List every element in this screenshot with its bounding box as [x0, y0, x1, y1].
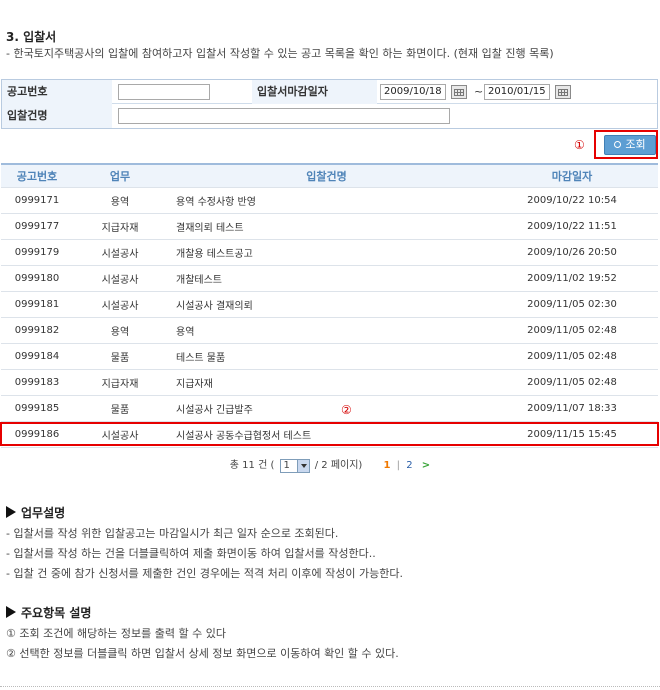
triangle-icon [6, 506, 16, 518]
page-separator: | [396, 460, 401, 471]
cell-deadline: 2009/10/26 20:50 [527, 247, 617, 258]
cell-work: 용역 [110, 197, 130, 208]
cell-deadline: 2009/11/02 19:52 [527, 273, 617, 284]
cell-bid-name: 개찰용 테스트공고 [176, 249, 253, 260]
cell-bid-name: 결재의뢰 테스트 [176, 223, 244, 234]
cell-deadline: 2009/11/05 02:48 [527, 351, 617, 362]
cell-deadline: 2009/11/07 18:33 [527, 403, 617, 414]
table-row[interactable]: 0999181 시설공사 시설공사 결재의뢰 2009/11/05 02:30 [1, 292, 658, 318]
date-to-input[interactable]: 2010/01/15 [484, 84, 550, 100]
table-row[interactable]: 0999177 지급자재 결재의뢰 테스트 2009/10/22 11:51 [1, 214, 658, 240]
table-row[interactable]: 0999182 용역 용역 2009/11/05 02:48 [1, 318, 658, 344]
cell-notice-no: 0999181 [14, 299, 60, 310]
search-form: 공고번호 입찰서마감일자 2009/10/18 ~ 2010/01/15 입찰건… [1, 79, 658, 129]
total-count: 총 11 건 ( [229, 460, 275, 471]
notice-no-input[interactable] [118, 84, 210, 100]
page-1[interactable]: 1 [384, 458, 391, 474]
table-row[interactable]: 0999171 용역 용역 수정사항 반영 2009/10/22 10:54 [1, 188, 658, 214]
cell-deadline: 2009/10/22 11:51 [527, 221, 617, 232]
next-page-icon[interactable]: > [422, 458, 430, 474]
table-row[interactable]: 0999185 물품 시설공사 긴급발주 2009/11/07 18:33 [1, 396, 658, 422]
col-bid-name[interactable]: 입찰건명 [167, 165, 486, 187]
work-desc-line: - 입찰서를 작성 위한 입찰공고는 마감일시가 최근 일자 순으로 조회된다. [6, 527, 339, 540]
notice-no-label: 공고번호 [2, 80, 112, 104]
table-row[interactable]: 0999184 물품 테스트 물품 2009/11/05 02:48 [1, 344, 658, 370]
cell-work: 물품 [110, 353, 130, 364]
divider [0, 686, 660, 687]
search-icon [614, 141, 622, 148]
deadline-label: 입찰서마감일자 [252, 80, 377, 104]
cell-work: 물품 [110, 405, 130, 416]
search-row-1: 공고번호 입찰서마감일자 2009/10/18 ~ 2010/01/15 [2, 80, 657, 104]
cell-bid-name: 시설공사 결재의뢰 [176, 301, 253, 312]
section-title: 3. 입찰서 [6, 30, 57, 44]
total-pages: / 2 페이지) [314, 460, 363, 471]
cell-notice-no: 0999185 [14, 403, 60, 414]
cell-notice-no: 0999179 [14, 247, 60, 258]
table-row[interactable]: 0999180 시설공사 개찰테스트 2009/11/02 19:52 [1, 266, 658, 292]
cell-work: 시설공사 [101, 301, 139, 312]
item-desc-title: 주요항목 설명 [21, 606, 92, 620]
search-row-2: 입찰건명 [2, 104, 657, 128]
col-deadline[interactable]: 마감일자 [486, 165, 658, 187]
cell-notice-no: 0999177 [14, 221, 60, 232]
marker-2: ② [341, 403, 352, 417]
bid-name-input[interactable] [118, 108, 450, 124]
page-select-value: 1 [283, 460, 290, 471]
calendar-icon[interactable] [451, 85, 467, 99]
cell-notice-no: 0999180 [14, 273, 60, 284]
work-desc-line: - 입찰서를 작성 하는 건을 더블클릭하여 제출 화면이동 하여 입찰서를 작… [6, 547, 376, 560]
cell-deadline: 2009/11/05 02:30 [527, 299, 617, 310]
table-row[interactable]: 0999179 시설공사 개찰용 테스트공고 2009/10/26 20:50 [1, 240, 658, 266]
col-work[interactable]: 업무 [73, 165, 167, 187]
selected-row-highlight [0, 422, 659, 446]
cell-deadline: 2009/11/05 02:48 [527, 325, 617, 336]
page-2[interactable]: 2 [406, 458, 412, 474]
triangle-icon [6, 606, 16, 618]
search-button[interactable]: 조회 [604, 135, 656, 155]
bid-name-label: 입찰건명 [2, 104, 112, 128]
cell-work: 용역 [110, 327, 130, 338]
table-header: 공고번호 업무 입찰건명 마감일자 [1, 163, 658, 188]
item-desc-line: ① 조회 조건에 해당하는 정보를 출력 할 수 있다 [6, 627, 226, 640]
work-desc-title: 업무설명 [21, 506, 66, 520]
item-desc-line: ② 선택한 정보를 더블클릭 하면 입찰서 상세 정보 화면으로 이동하여 확인… [6, 647, 399, 660]
calendar-icon[interactable] [555, 85, 571, 99]
work-desc-heading: 업무설명 [6, 504, 65, 521]
table-row[interactable]: 0999183 지급자재 지급자재 2009/11/05 02:48 [1, 370, 658, 396]
cell-work: 시설공사 [101, 275, 139, 286]
cell-work: 지급자재 [101, 379, 139, 390]
col-notice-no[interactable]: 공고번호 [1, 165, 73, 187]
search-button-label: 조회 [625, 138, 646, 151]
chevron-down-icon [296, 460, 309, 472]
page-select[interactable]: 1 [279, 459, 310, 473]
cell-bid-name: 지급자재 [176, 379, 213, 390]
section-description: - 한국토지주택공사의 입찰에 참여하고자 입찰서 작성할 수 있는 공고 목록… [6, 47, 554, 60]
cell-deadline: 2009/10/22 10:54 [527, 195, 617, 206]
cell-work: 지급자재 [101, 223, 139, 234]
date-separator: ~ [474, 85, 484, 98]
cell-notice-no: 0999171 [14, 195, 60, 206]
pagination: 총 11 건 ( 1 / 2 페이지) 1 | 2 > [0, 458, 660, 474]
cell-notice-no: 0999184 [14, 351, 60, 362]
notice-table: 공고번호 업무 입찰건명 마감일자 0999171 용역 용역 수정사항 반영 200… [1, 163, 658, 448]
cell-bid-name: 개찰테스트 [176, 275, 222, 286]
work-desc-line: - 입찰 건 중에 참가 신청서를 제출한 건인 경우에는 적격 처리 이후에 … [6, 567, 403, 580]
cell-bid-name: 시설공사 긴급발주 [176, 405, 253, 416]
cell-work: 시설공사 [101, 249, 139, 260]
date-from-input[interactable]: 2009/10/18 [380, 84, 446, 100]
cell-notice-no: 0999183 [14, 377, 60, 388]
cell-bid-name: 용역 수정사항 반영 [176, 197, 256, 208]
cell-notice-no: 0999182 [14, 325, 60, 336]
marker-1: ① [574, 138, 585, 152]
item-desc-heading: 주요항목 설명 [6, 604, 91, 621]
cell-bid-name: 용역 [176, 327, 195, 338]
cell-bid-name: 테스트 물품 [176, 353, 226, 364]
cell-deadline: 2009/11/05 02:48 [527, 377, 617, 388]
